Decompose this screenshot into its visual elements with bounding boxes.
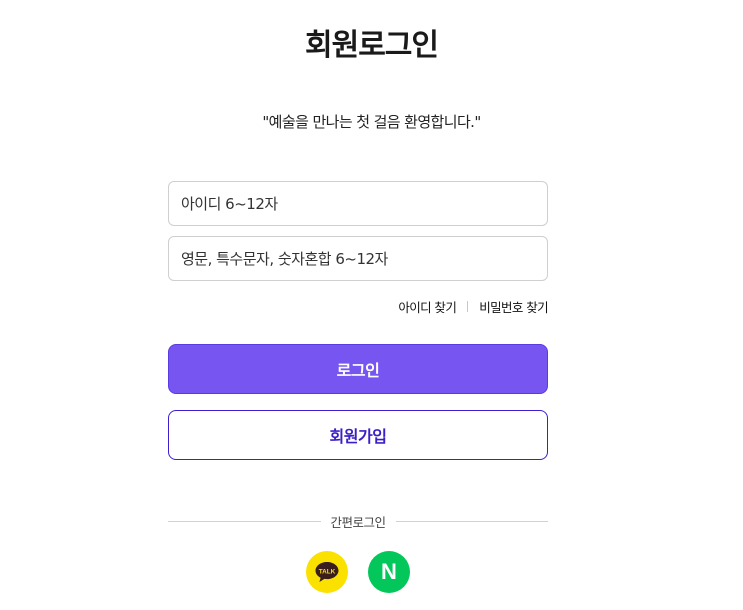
join-button[interactable]: 회원가입 bbox=[168, 410, 548, 460]
kakao-talk-icon: TALK bbox=[315, 562, 339, 582]
find-account-links: 아이디 찾기 비밀번호 찾기 bbox=[168, 297, 548, 316]
password-input[interactable] bbox=[168, 236, 548, 281]
kakao-talk-text: TALK bbox=[319, 568, 336, 575]
user-id-input[interactable] bbox=[168, 181, 548, 226]
page-title: 회원로그인 bbox=[305, 28, 439, 63]
divider-line-left bbox=[168, 521, 321, 522]
kakao-login-button[interactable]: TALK bbox=[306, 551, 348, 593]
greeting-text: "예술을 만나는 첫 걸음 환영합니다." bbox=[262, 113, 481, 131]
login-button[interactable]: 로그인 bbox=[168, 344, 548, 394]
naver-login-button[interactable]: N bbox=[368, 551, 410, 593]
find-password-link[interactable]: 비밀번호 찾기 bbox=[479, 297, 548, 316]
find-id-link[interactable]: 아이디 찾기 bbox=[398, 297, 456, 316]
easy-login-divider: 간편로그인 bbox=[168, 512, 549, 531]
naver-icon: N bbox=[381, 559, 397, 584]
login-page: 회원로그인 "예술을 만나는 첫 걸음 환영합니다." 아이디 찾기 비밀번호 … bbox=[0, 0, 743, 610]
divider-line-right bbox=[395, 521, 549, 522]
link-separator bbox=[467, 301, 469, 312]
social-login-buttons: TALK N bbox=[0, 551, 743, 593]
easy-login-label: 간편로그인 bbox=[330, 515, 387, 530]
